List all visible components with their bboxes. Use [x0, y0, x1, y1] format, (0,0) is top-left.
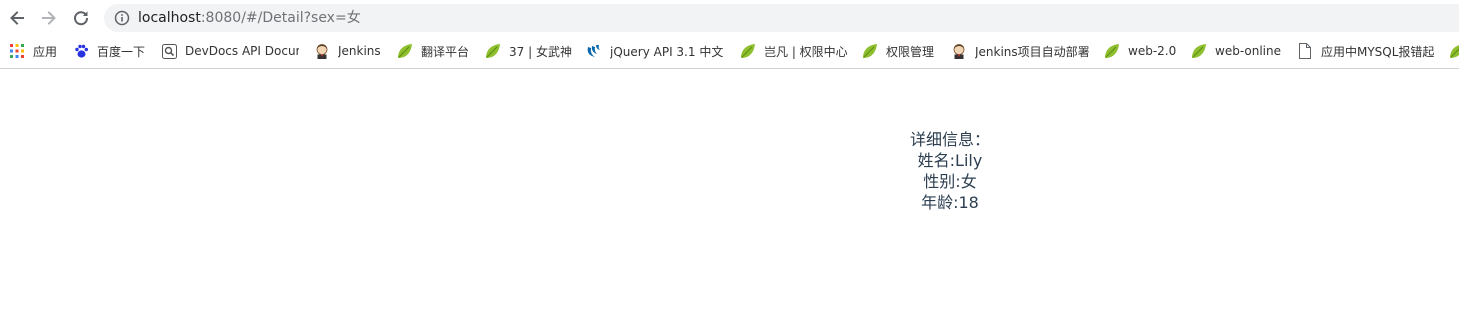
browser-toolbar: localhost:8080/#/Detail?sex=女 [0, 0, 1459, 36]
bookmark-more[interactable] [1449, 40, 1459, 62]
leaf-icon [1449, 43, 1459, 59]
apps-grid-icon [9, 43, 25, 59]
detail-age: 年龄:18 [921, 193, 979, 212]
info-icon[interactable] [114, 10, 130, 26]
back-arrow-icon [10, 11, 24, 25]
bookmark-valkyrie[interactable]: 37 | 女武神 [485, 40, 572, 62]
baidu-paw-icon [73, 43, 89, 59]
bookmark-jenkins-deploy[interactable]: Jenkins项目自动部署 [951, 40, 1089, 62]
detail-heading: 详细信息： [909, 130, 990, 149]
jenkins-butler-icon [951, 43, 967, 59]
forward-button[interactable] [37, 6, 61, 30]
forward-arrow-icon [42, 11, 56, 25]
url-text[interactable]: localhost:8080/#/Detail?sex=女 [138, 9, 361, 27]
bookmark-jquery[interactable]: jQuery API 3.1 中文 [586, 40, 724, 62]
page-content: 详细信息： 姓名:Lily 性别:女 年龄:18 [0, 69, 1459, 333]
bookmark-label: web-online [1215, 44, 1281, 58]
leaf-icon [1104, 43, 1120, 59]
bookmark-permission-management[interactable]: 权限管理 [862, 40, 934, 62]
bookmark-label: web-2.0 [1128, 44, 1177, 58]
bookmark-label: 百度一下 [97, 44, 146, 59]
browser-chrome: localhost:8080/#/Detail?sex=女 应用 百度一下 De… [0, 0, 1459, 69]
bookmark-translate[interactable]: 翻译平台 [397, 40, 469, 62]
leaf-icon [862, 43, 878, 59]
bookmark-devdocs[interactable]: DevDocs API Docur [161, 40, 299, 62]
leaf-icon [485, 43, 501, 59]
reload-button[interactable] [69, 6, 93, 30]
bookmark-label: 岂凡 | 权限中心 [764, 44, 848, 59]
bookmark-permission-center[interactable]: 岂凡 | 权限中心 [740, 40, 848, 62]
detail-panel: 详细信息： 姓名:Lily 性别:女 年龄:18 [870, 129, 1030, 213]
bookmark-label: jQuery API 3.1 中文 [610, 44, 724, 59]
leaf-icon [397, 43, 413, 59]
url-path: :8080/#/Detail?sex=女 [200, 10, 361, 26]
bookmark-label: Jenkins项目自动部署 [975, 44, 1089, 59]
bookmark-web-online[interactable]: web-online [1191, 40, 1281, 62]
bookmark-label: 权限管理 [886, 44, 935, 59]
page-icon [1297, 43, 1313, 59]
bookmark-label: DevDocs API Docur [185, 44, 299, 58]
bookmark-label: 应用 [33, 44, 58, 59]
jquery-swirl-icon [586, 43, 602, 59]
address-bar[interactable]: localhost:8080/#/Detail?sex=女 [104, 4, 1459, 32]
url-host: localhost [138, 10, 201, 26]
bookmark-jenkins[interactable]: Jenkins [314, 40, 381, 62]
bookmark-label: 翻译平台 [421, 44, 470, 59]
back-button[interactable] [5, 6, 29, 30]
bookmark-label: 应用中MYSQL报错起 [1321, 44, 1435, 59]
bookmarks-bar: 应用 百度一下 DevDocs API Docur Jenkins 翻译平台 3… [0, 38, 1459, 64]
bookmark-label: 37 | 女武神 [509, 44, 572, 59]
leaf-icon [740, 43, 756, 59]
bookmark-apps[interactable]: 应用 [9, 40, 57, 62]
reload-icon [74, 11, 89, 26]
detail-sex: 性别:女 [923, 172, 977, 191]
bookmark-label: Jenkins [338, 44, 381, 58]
leaf-icon [1191, 43, 1207, 59]
detail-name: 姓名:Lily [917, 151, 983, 170]
bookmark-mysql-error[interactable]: 应用中MYSQL报错起 [1297, 40, 1435, 62]
devdocs-search-icon [161, 43, 177, 59]
bookmark-baidu[interactable]: 百度一下 [73, 40, 145, 62]
jenkins-butler-icon [314, 43, 330, 59]
bookmark-web-2[interactable]: web-2.0 [1104, 40, 1176, 62]
